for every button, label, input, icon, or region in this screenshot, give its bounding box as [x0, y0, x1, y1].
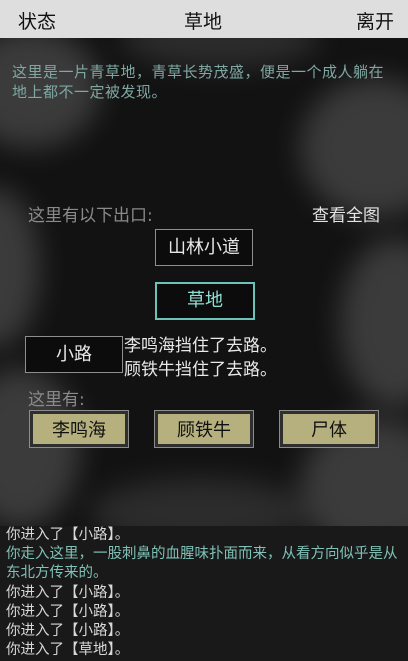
exit-west[interactable]: 小路 [25, 336, 123, 373]
corpse-button[interactable]: 尸体 [280, 411, 378, 447]
full-map-button[interactable]: 查看全图 [312, 201, 380, 226]
log-line: 你进入了【小路】。 [6, 527, 130, 543]
smoke-decoration [340, 238, 408, 408]
location-title: 草地 [184, 11, 223, 33]
log-line: 你进入了【小路】。 [6, 623, 130, 639]
message-log[interactable]: 你进入了【小路】。 你走入这里，一股刺鼻的血腥味扑面而来，从看方向似乎是从东北方… [0, 526, 408, 661]
top-bar: 状态 草地 离开 [0, 0, 408, 38]
here-label: 这里有: [28, 390, 85, 410]
block-note: 李鸣海挡住了去路。 [124, 336, 277, 356]
leave-button[interactable]: 离开 [356, 7, 394, 34]
npc-button[interactable]: 李鸣海 [30, 411, 128, 447]
log-line: 你进入了【草地】。 [6, 642, 130, 658]
room-description: 这里是一片青草地，青草长势茂盛，便是一个成人躺在地上都不一定被发现。 [12, 63, 385, 101]
current-room: 草地 [155, 282, 255, 320]
npc-button[interactable]: 顾铁牛 [155, 411, 253, 447]
log-line: 你进入了【小路】。 [6, 585, 130, 601]
log-line: 你进入了【小路】。 [6, 604, 130, 620]
exits-label: 这里有以下出口: [28, 206, 153, 226]
status-button[interactable]: 状态 [18, 7, 56, 34]
log-line: 你走入这里，一股刺鼻的血腥味扑面而来，从看方向似乎是从东北方传来的。 [6, 546, 398, 581]
block-note: 顾铁牛挡住了去路。 [124, 360, 277, 380]
smoke-decoration [90, 478, 310, 526]
exit-north[interactable]: 山林小道 [155, 229, 253, 266]
scene-panel: 这里是一片青草地，青草长势茂盛，便是一个成人躺在地上都不一定被发现。 这里有以下… [0, 38, 408, 526]
